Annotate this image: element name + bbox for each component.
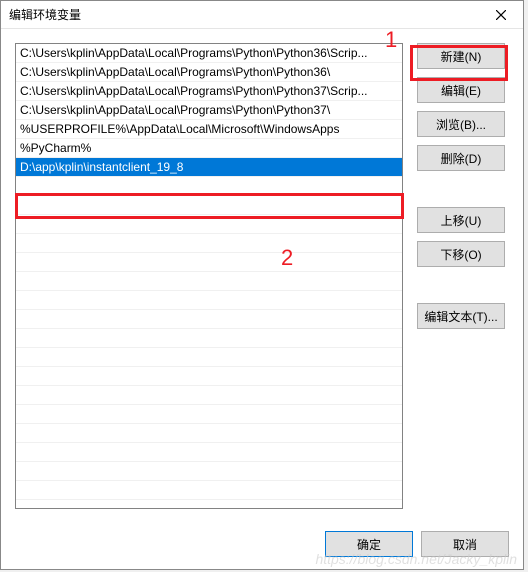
new-button[interactable]: 新建(N) bbox=[417, 43, 505, 69]
edittext-button[interactable]: 编辑文本(T)... bbox=[417, 303, 505, 329]
moveup-button[interactable]: 上移(U) bbox=[417, 207, 505, 233]
path-listbox[interactable]: C:\Users\kplin\AppData\Local\Programs\Py… bbox=[15, 43, 403, 509]
list-item-empty[interactable]: . bbox=[16, 424, 402, 443]
list-item-empty[interactable]: . bbox=[16, 310, 402, 329]
list-item[interactable]: %USERPROFILE%\AppData\Local\Microsoft\Wi… bbox=[16, 120, 402, 139]
list-item-empty[interactable]: . bbox=[16, 215, 402, 234]
dialog-title: 编辑环境变量 bbox=[9, 6, 81, 23]
list-item-empty[interactable]: . bbox=[16, 272, 402, 291]
watermark: https://blog.csdn.net/Jacky_kplin bbox=[315, 551, 517, 567]
titlebar: 编辑环境变量 bbox=[1, 1, 523, 29]
close-button[interactable] bbox=[479, 1, 523, 29]
list-item-empty[interactable]: . bbox=[16, 234, 402, 253]
list-item[interactable]: C:\Users\kplin\AppData\Local\Programs\Py… bbox=[16, 82, 402, 101]
list-item-empty[interactable]: . bbox=[16, 348, 402, 367]
list-item-empty[interactable]: . bbox=[16, 386, 402, 405]
list-item-empty[interactable]: . bbox=[16, 291, 402, 310]
list-item-empty[interactable]: . bbox=[16, 177, 402, 196]
list-item-empty[interactable]: . bbox=[16, 443, 402, 462]
list-item-empty[interactable]: . bbox=[16, 462, 402, 481]
list-item-selected[interactable]: D:\app\kplin\instantclient_19_8 bbox=[16, 158, 402, 177]
list-item[interactable]: %PyCharm% bbox=[16, 139, 402, 158]
list-item-empty[interactable]: . bbox=[16, 253, 402, 272]
list-item-empty[interactable]: . bbox=[16, 405, 402, 424]
browse-button[interactable]: 浏览(B)... bbox=[417, 111, 505, 137]
delete-button[interactable]: 删除(D) bbox=[417, 145, 505, 171]
button-group-edit: 新建(N) 编辑(E) 浏览(B)... 删除(D) bbox=[417, 43, 509, 171]
edit-button[interactable]: 编辑(E) bbox=[417, 77, 505, 103]
dialog-content: C:\Users\kplin\AppData\Local\Programs\Py… bbox=[1, 29, 523, 517]
movedown-button[interactable]: 下移(O) bbox=[417, 241, 505, 267]
env-var-edit-dialog: 编辑环境变量 C:\Users\kplin\AppData\Local\Prog… bbox=[0, 0, 524, 570]
list-item[interactable]: C:\Users\kplin\AppData\Local\Programs\Py… bbox=[16, 44, 402, 63]
button-group-text: 编辑文本(T)... bbox=[417, 303, 509, 329]
list-item-empty[interactable]: . bbox=[16, 481, 402, 500]
list-item-empty[interactable]: . bbox=[16, 367, 402, 386]
close-icon bbox=[496, 10, 506, 20]
list-item[interactable]: C:\Users\kplin\AppData\Local\Programs\Py… bbox=[16, 101, 402, 120]
button-column: 新建(N) 编辑(E) 浏览(B)... 删除(D) 上移(U) 下移(O) 编… bbox=[403, 43, 509, 517]
list-item-empty[interactable]: . bbox=[16, 329, 402, 348]
button-group-move: 上移(U) 下移(O) bbox=[417, 207, 509, 267]
list-item-empty[interactable]: . bbox=[16, 196, 402, 215]
list-item[interactable]: C:\Users\kplin\AppData\Local\Programs\Py… bbox=[16, 63, 402, 82]
